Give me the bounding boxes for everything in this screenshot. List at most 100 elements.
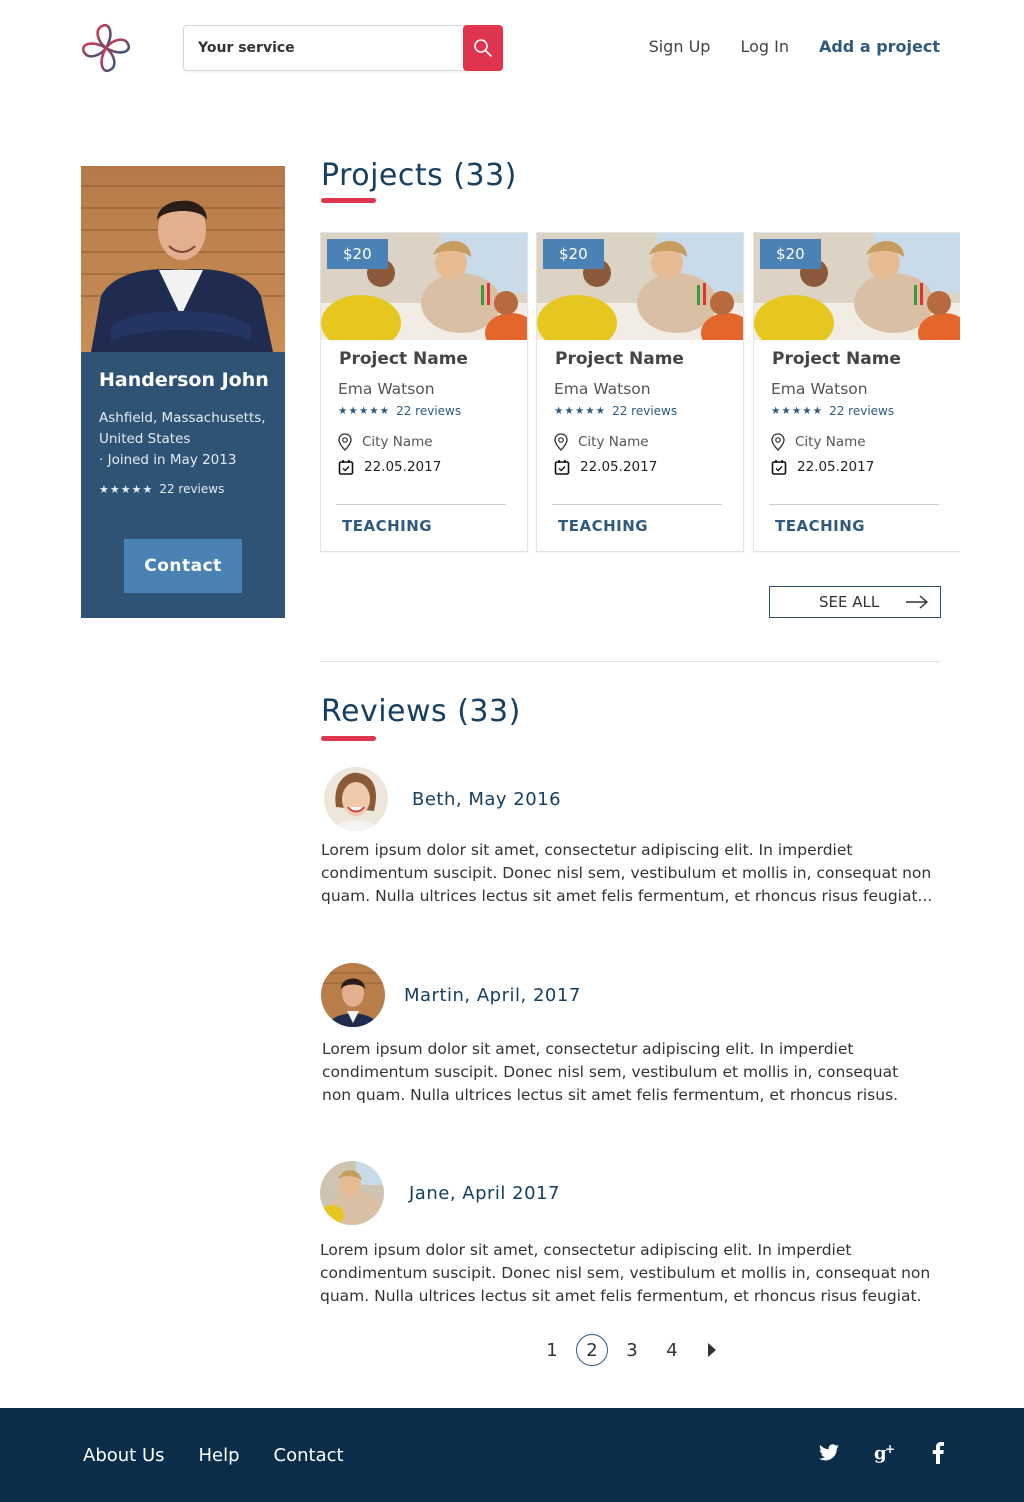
project-category[interactable]: TEACHING xyxy=(558,517,648,535)
section-divider xyxy=(320,661,941,662)
avatar xyxy=(324,767,388,831)
project-card[interactable]: $20 Project Name Ema Watson ★★★★★ 22 rev… xyxy=(753,232,960,552)
profile-name: Handerson John xyxy=(99,369,269,391)
google-plus-icon: g+ xyxy=(874,1443,895,1463)
profile-card: Handerson John Ashfield, Massachusetts, … xyxy=(81,166,285,618)
project-city: City Name xyxy=(554,433,649,451)
review-author: Martin, April, 2017 xyxy=(404,985,581,1006)
add-project-link[interactable]: Add a project xyxy=(819,37,940,56)
rating-stars: ★★★★★ xyxy=(771,405,824,417)
avatar xyxy=(321,963,385,1027)
reviews-count: 22 reviews xyxy=(829,404,895,418)
profile-rating: ★★★★★ 22 reviews xyxy=(99,482,224,496)
project-title[interactable]: Project Name xyxy=(772,349,901,369)
project-date: 22.05.2017 xyxy=(554,459,657,475)
see-all-button[interactable]: SEE ALL xyxy=(769,586,941,618)
profile-photo xyxy=(81,166,285,352)
project-title[interactable]: Project Name xyxy=(339,349,468,369)
svg-text:+: + xyxy=(885,1443,895,1456)
price-badge: $20 xyxy=(327,239,388,269)
review-author: Beth, May 2016 xyxy=(412,789,562,810)
facebook-link[interactable] xyxy=(932,1442,944,1464)
city-label: City Name xyxy=(578,434,649,450)
page-4-link[interactable]: 4 xyxy=(656,1334,688,1366)
location-pin-icon xyxy=(554,433,568,451)
project-title[interactable]: Project Name xyxy=(555,349,684,369)
review-item: Jane, April 2017 Lorem ipsum dolor sit a… xyxy=(320,1161,950,1311)
search-button[interactable] xyxy=(463,25,503,71)
footer-links: About Us Help Contact xyxy=(83,1445,344,1466)
contact-link[interactable]: Contact xyxy=(274,1445,344,1466)
project-city: City Name xyxy=(338,433,433,451)
project-rating: ★★★★★ 22 reviews xyxy=(338,404,461,418)
about-us-link[interactable]: About Us xyxy=(83,1445,165,1466)
project-city: City Name xyxy=(771,433,866,451)
caret-right-icon xyxy=(708,1343,716,1357)
twitter-icon xyxy=(819,1444,839,1461)
reviews-count: 22 reviews xyxy=(159,482,225,496)
city-label: City Name xyxy=(795,434,866,450)
arrow-right-icon xyxy=(906,595,929,609)
reviews-count: 22 reviews xyxy=(396,404,462,418)
page-3-link[interactable]: 3 xyxy=(616,1334,648,1366)
project-author: Ema Watson xyxy=(554,380,651,398)
project-author: Ema Watson xyxy=(338,380,435,398)
google-plus-link[interactable]: g + xyxy=(874,1443,898,1463)
contact-button[interactable]: Contact xyxy=(124,539,242,593)
project-card[interactable]: $20 Project Name Ema Watson ★★★★★ 22 rev… xyxy=(320,232,528,552)
page-1-link[interactable]: 1 xyxy=(536,1334,568,1366)
search-icon xyxy=(474,39,492,57)
review-author: Jane, April 2017 xyxy=(409,1183,560,1204)
rating-stars: ★★★★★ xyxy=(99,482,154,496)
rating-stars: ★★★★★ xyxy=(554,405,607,417)
date-label: 22.05.2017 xyxy=(364,459,442,475)
project-date: 22.05.2017 xyxy=(338,459,441,475)
next-page-button[interactable] xyxy=(696,1334,728,1366)
rating-stars: ★★★★★ xyxy=(338,405,391,417)
card-divider xyxy=(769,504,939,505)
pagination: 1 2 3 4 xyxy=(536,1334,728,1366)
avatar xyxy=(320,1161,384,1225)
sign-up-link[interactable]: Sign Up xyxy=(649,37,711,56)
city-label: City Name xyxy=(362,434,433,450)
footer: About Us Help Contact g + xyxy=(0,1408,1024,1502)
calendar-icon xyxy=(554,460,570,475)
price-badge: $20 xyxy=(760,239,821,269)
help-link[interactable]: Help xyxy=(199,1445,240,1466)
price-badge: $20 xyxy=(543,239,604,269)
project-card[interactable]: $20 Project Name Ema Watson ★★★★★ 22 rev… xyxy=(536,232,744,552)
project-carousel: $20 Project Name Ema Watson ★★★★★ 22 rev… xyxy=(320,232,960,554)
project-category[interactable]: TEACHING xyxy=(775,517,865,535)
review-item: Beth, May 2016 Lorem ipsum dolor sit ame… xyxy=(320,767,950,917)
location-pin-icon xyxy=(771,433,785,451)
reviews-title: Reviews (33) xyxy=(321,694,521,729)
logo-icon[interactable] xyxy=(80,22,132,74)
review-text: Lorem ipsum dolor sit amet, consectetur … xyxy=(320,1241,931,1305)
date-label: 22.05.2017 xyxy=(580,459,658,475)
search-box xyxy=(183,25,503,71)
project-rating: ★★★★★ 22 reviews xyxy=(554,404,677,418)
date-label: 22.05.2017 xyxy=(797,459,875,475)
profile-joined: · Joined in May 2013 xyxy=(99,452,237,468)
see-all-label: SEE ALL xyxy=(819,593,880,611)
project-category[interactable]: TEACHING xyxy=(342,517,432,535)
projects-title-underline xyxy=(321,198,376,203)
page-2-link[interactable]: 2 xyxy=(576,1334,608,1366)
reviews-count: 22 reviews xyxy=(612,404,678,418)
top-nav: Sign Up Log In Add a project xyxy=(649,37,940,56)
review-item: Martin, April, 2017 Lorem ipsum dolor si… xyxy=(320,963,950,1113)
reviews-title-underline xyxy=(321,736,376,741)
card-divider xyxy=(336,504,506,505)
search-input[interactable] xyxy=(198,26,458,70)
projects-title: Projects (33) xyxy=(321,158,517,193)
log-in-link[interactable]: Log In xyxy=(740,37,789,56)
card-divider xyxy=(552,504,722,505)
twitter-link[interactable] xyxy=(818,1444,840,1462)
project-date: 22.05.2017 xyxy=(771,459,874,475)
social-links: g + xyxy=(818,1442,944,1464)
project-rating: ★★★★★ 22 reviews xyxy=(771,404,894,418)
project-author: Ema Watson xyxy=(771,380,868,398)
location-pin-icon xyxy=(338,433,352,451)
calendar-icon xyxy=(338,460,354,475)
profile-location: Ashfield, Massachusetts, United States xyxy=(99,410,266,447)
